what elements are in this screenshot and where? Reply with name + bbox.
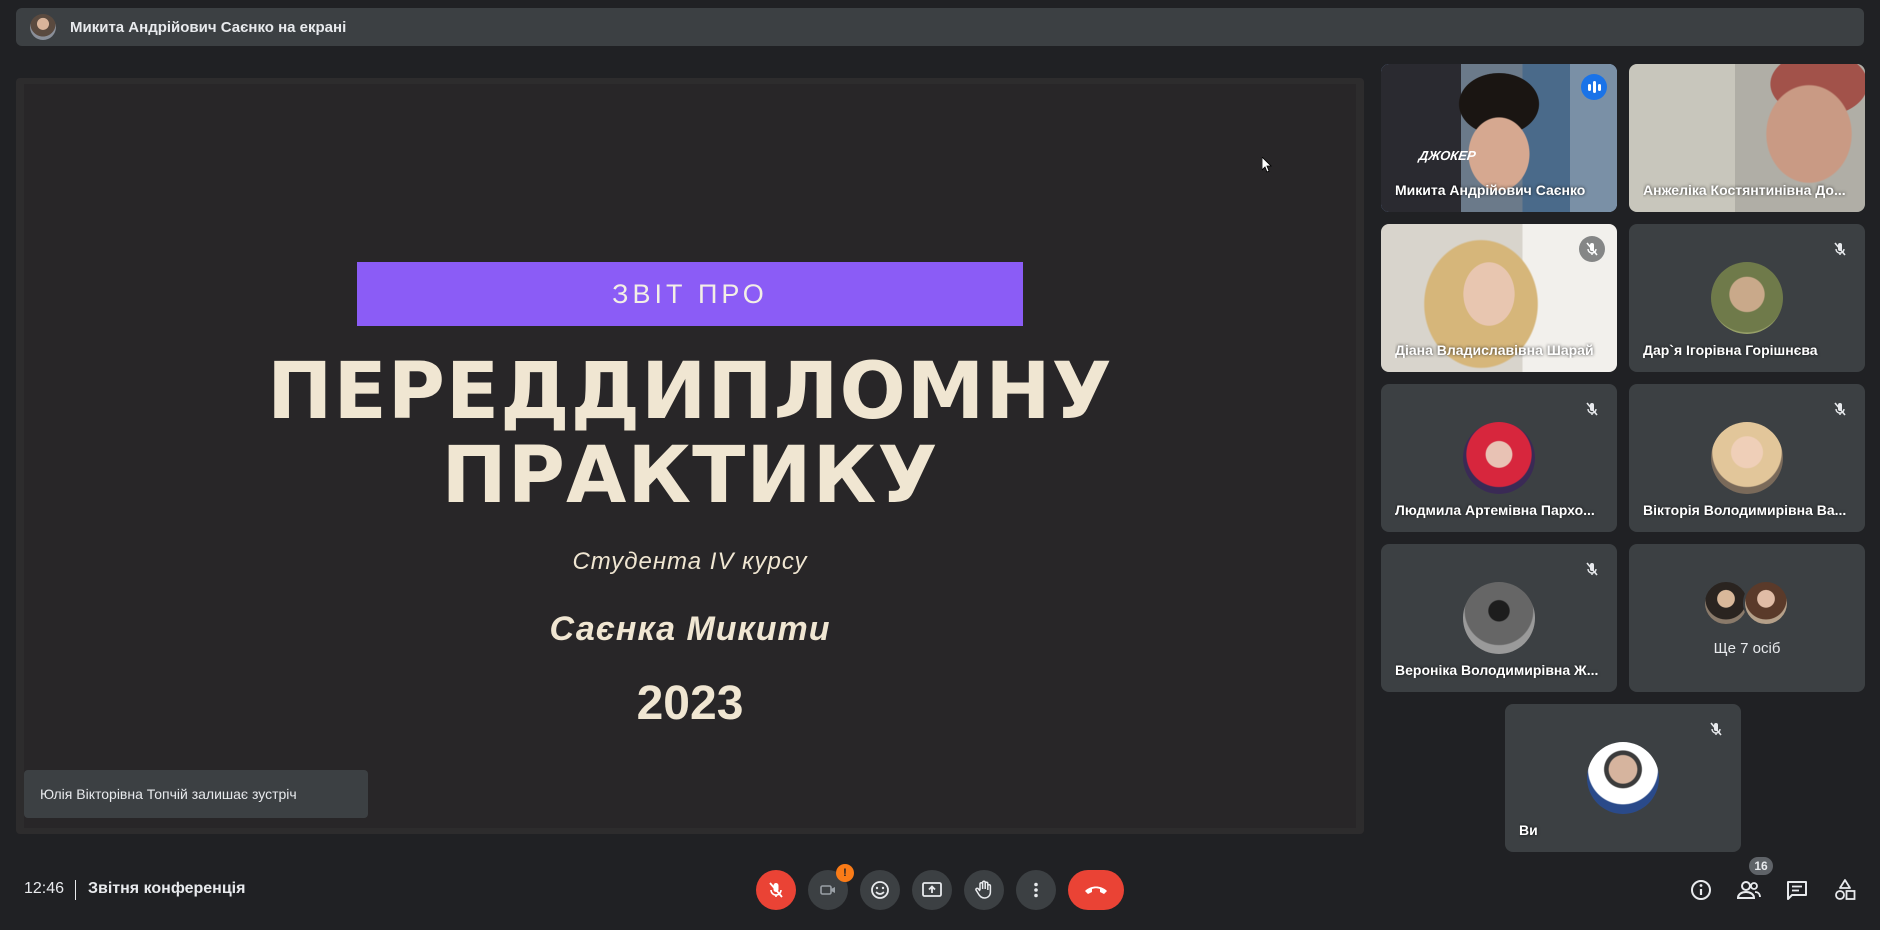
mic-off-icon [1579,396,1605,422]
meeting-time: 12:46 [24,880,65,897]
speaking-indicator-icon [1581,74,1607,100]
participant-name: Микита Андрійович Саєнко [1395,182,1586,198]
participant-name: Вікторія Володимирівна Ва... [1643,502,1847,518]
participant-name: Ви [1519,822,1538,838]
participant-avatar [1711,422,1783,494]
mic-off-icon [769,882,783,898]
chat-icon [1787,881,1807,900]
participant-tile[interactable]: Діана Владиславівна Шарай [1381,224,1617,372]
participant-avatar [1711,262,1783,334]
mic-off-icon [1827,236,1853,262]
participant-avatar [1463,582,1535,654]
participant-left-notification: Юлія Вікторівна Топчій залишає зустріч [24,770,368,818]
participant-name: Вероніка Володимирівна Ж... [1395,662,1599,678]
more-participants-label: Ще 7 осіб [1713,640,1781,657]
participant-avatar [1463,422,1535,494]
participant-tile[interactable]: Вероніка Володимирівна Ж... [1381,544,1617,692]
participant-name: Дар`я Ігорівна Горішнєва [1643,342,1818,358]
presenting-banner: Микита Андрійович Саєнко на екрані [16,8,1864,46]
info-icon [1691,880,1711,900]
mouse-cursor-icon [1262,157,1272,173]
participant-tile[interactable]: Вікторія Володимирівна Ва... [1629,384,1865,532]
leave-call-button[interactable] [1068,870,1124,910]
slide-title-line-1: ПЕРЕДДИПЛОМНУ [267,347,1113,437]
participants-button[interactable] [1733,874,1765,906]
slide-subtitle: Студента IV курсу [572,548,808,575]
presenter-avatar [30,14,56,40]
slide-ribbon: ЗВІТ ПРО [357,262,1023,326]
participant-tile[interactable]: Анжеліка Костянтинівна До... [1629,64,1865,212]
participant-name: Людмила Артемівна Пархо... [1395,502,1595,518]
slide-student-name: Саєнка Микити [549,610,831,648]
participant-count-badge: 16 [1749,857,1773,875]
poster-text: ДЖОКЕР [1417,148,1477,163]
mic-off-icon [1827,396,1853,422]
participant-name: Діана Владиславівна Шарай [1395,342,1594,358]
participant-tile[interactable]: Дар`я Ігорівна Горішнєва [1629,224,1865,372]
camera-off-icon [820,885,835,895]
shared-screen-slide: ЗВІТ ПРО ПЕРЕДДИПЛОМНУ ПРАКТИКУ Студента… [24,84,1356,828]
mic-toggle-button[interactable] [756,870,796,910]
meeting-title: Звітня конференція [88,880,246,897]
participant-tile[interactable]: Людмила Артемівна Пархо... [1381,384,1617,532]
divider [75,880,76,900]
activities-button[interactable] [1829,874,1861,906]
hang-up-icon [1085,886,1107,894]
meeting-details-button[interactable] [1685,874,1717,906]
slide-title: ПЕРЕДДИПЛОМНУ ПРАКТИКУ [24,350,1356,518]
presentation-stage[interactable]: ЗВІТ ПРО ПЕРЕДДИПЛОМНУ ПРАКТИКУ Студента… [16,78,1364,834]
mic-off-icon [1579,556,1605,582]
emoji-icon [871,881,889,899]
more-options-button[interactable] [1016,870,1056,910]
slide-year: 2023 [636,677,744,730]
slide-title-line-2: ПРАКТИКУ [441,431,939,521]
more-participants-tile[interactable]: Ще 7 осіб [1629,544,1865,692]
participant-name: Анжеліка Костянтинівна До... [1643,182,1846,198]
mic-off-icon [1579,236,1605,262]
more-vert-icon [1034,882,1038,898]
raise-hand-button[interactable] [964,870,1004,910]
mic-off-icon [1703,716,1729,742]
activities-icon [1835,879,1856,900]
people-icon [1736,881,1761,899]
participant-avatar [1743,580,1789,626]
camera-warning-badge: ! [836,864,854,882]
camera-toggle-button[interactable]: ! [808,864,854,910]
presenting-banner-text: Микита Андрійович Саєнко на екрані [70,18,347,36]
present-screen-button[interactable] [912,870,952,910]
participant-tile[interactable]: ДЖОКЕР Микита Андрійович Саєнко [1381,64,1617,212]
hand-icon [975,880,992,899]
reactions-button[interactable] [860,870,900,910]
present-screen-icon [922,882,942,897]
chat-button[interactable] [1781,874,1813,906]
participant-avatar [1587,742,1659,814]
self-view-tile[interactable]: Ви [1505,704,1741,852]
